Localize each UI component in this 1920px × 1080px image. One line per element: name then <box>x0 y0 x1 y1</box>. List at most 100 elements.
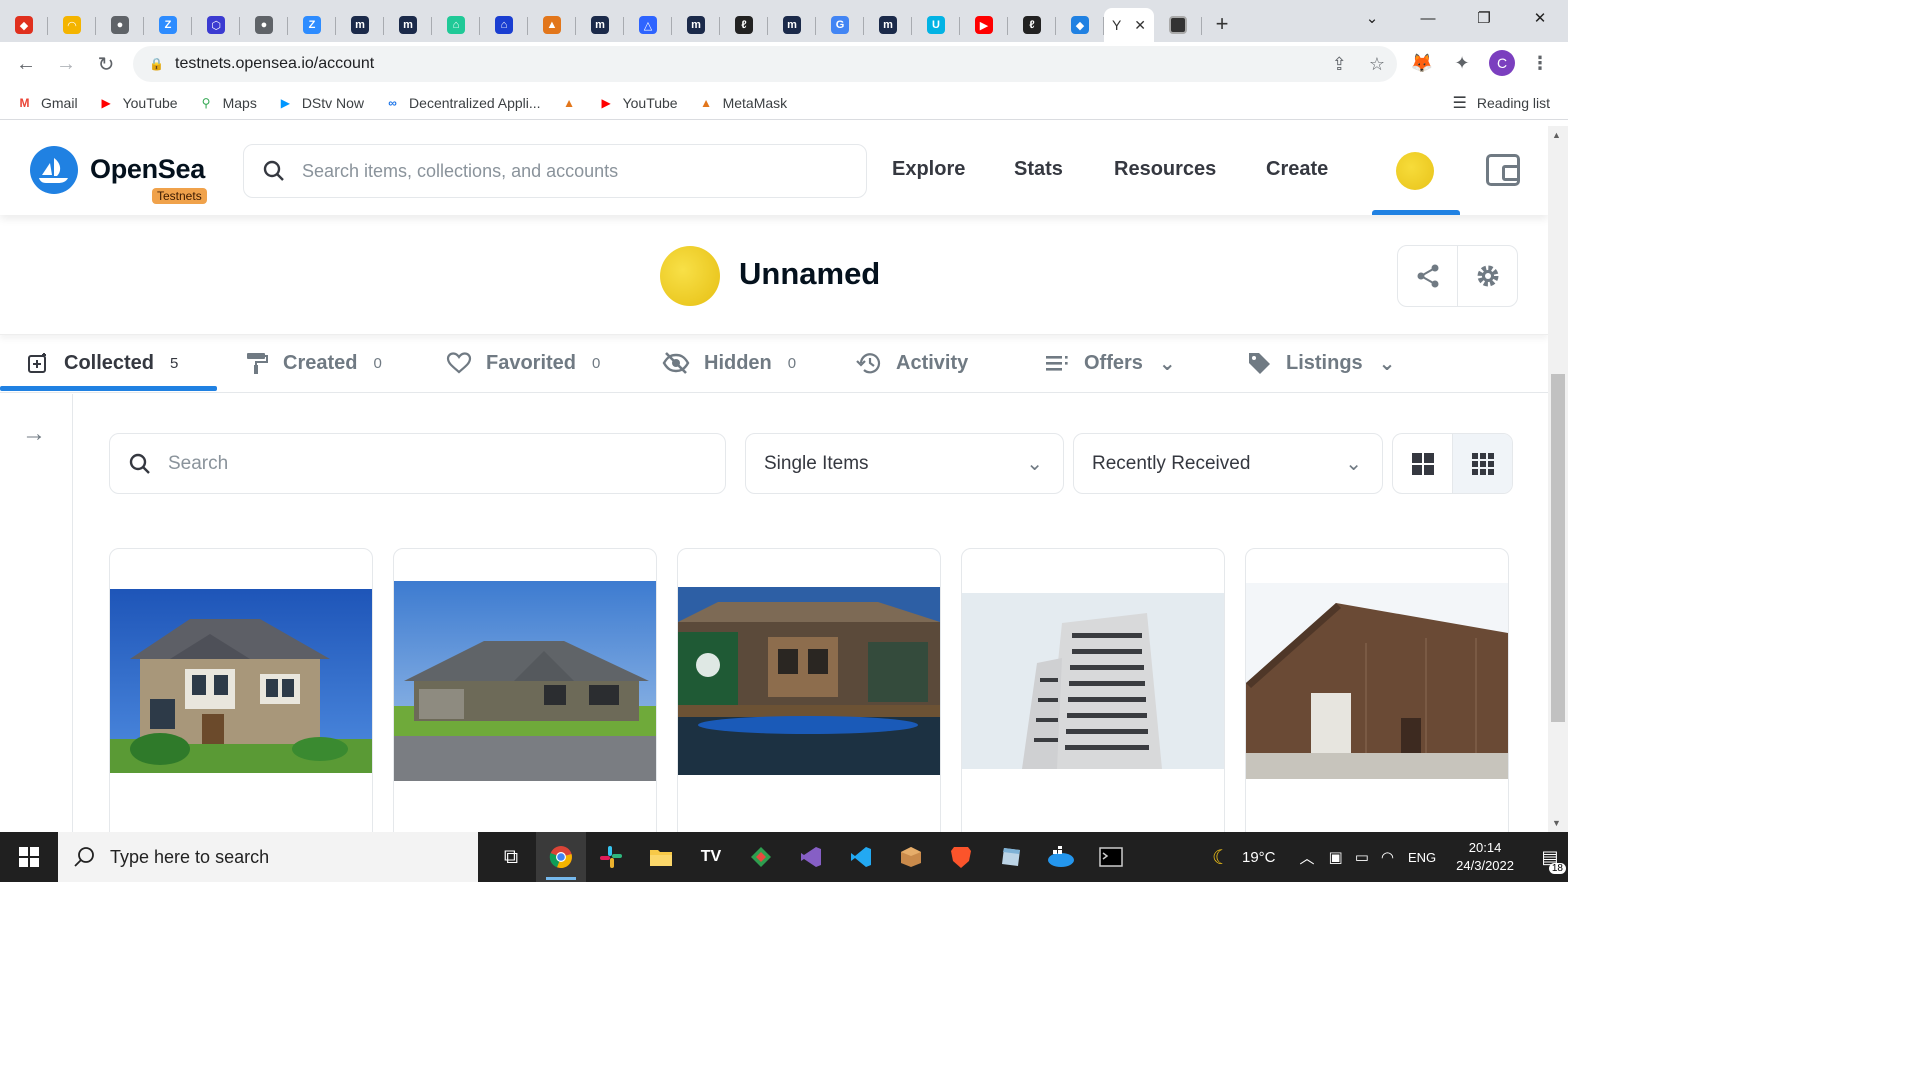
metamask-extension-icon[interactable]: 🦊 <box>1406 47 1438 79</box>
tab-favorited[interactable]: Favorited 0 <box>446 335 600 391</box>
page-scrollbar[interactable]: ▲ ▼ <box>1548 126 1568 832</box>
nav-stats[interactable]: Stats <box>1014 158 1063 181</box>
bookmark-item[interactable]: M Gmail <box>16 95 78 111</box>
nft-card-houseboat[interactable] <box>677 548 941 832</box>
browser-tab[interactable]: m <box>672 8 720 42</box>
browser-tab[interactable]: ◠ <box>48 8 96 42</box>
tab-search-chevron-icon[interactable]: ⌄ <box>1344 0 1400 36</box>
tab-collected[interactable]: Collected 5 <box>26 335 178 391</box>
browser-tab[interactable]: ℓ <box>720 8 768 42</box>
new-tab-button[interactable]: + <box>1202 7 1242 41</box>
browser-tab-extra[interactable] <box>1154 8 1202 42</box>
forward-button[interactable]: → <box>46 44 86 84</box>
browser-tab[interactable]: U <box>912 8 960 42</box>
tradingview-icon[interactable]: TV <box>686 832 736 882</box>
bookmark-item[interactable]: ▲ <box>561 96 578 110</box>
back-button[interactable]: ← <box>6 44 46 84</box>
items-search-input[interactable]: Search <box>109 433 726 494</box>
browser-tab[interactable]: m <box>576 8 624 42</box>
browser-tab[interactable]: △ <box>624 8 672 42</box>
weather-temperature[interactable]: 19°C <box>1242 849 1276 866</box>
bookmark-item[interactable]: ▲ MetaMask <box>698 95 787 111</box>
browser-tab[interactable]: ● <box>240 8 288 42</box>
opensea-logo-icon[interactable] <box>30 146 78 194</box>
clock[interactable]: 20:14 24/3/2022 <box>1456 839 1514 875</box>
display-icon[interactable]: ▭ <box>1355 848 1369 866</box>
nav-explore[interactable]: Explore <box>892 158 965 181</box>
small-grid-button[interactable] <box>1452 434 1512 493</box>
slack-icon[interactable] <box>586 832 636 882</box>
terminal-icon[interactable] <box>1086 832 1136 882</box>
browser-tab[interactable]: ▲ <box>528 8 576 42</box>
chrome-taskbar-icon[interactable] <box>536 832 586 882</box>
extensions-puzzle-icon[interactable]: ✦ <box>1446 47 1478 79</box>
bookmark-item[interactable]: ▶ DStv Now <box>277 95 364 111</box>
browser-tab[interactable]: ▶ <box>960 8 1008 42</box>
bookmark-star-icon[interactable]: ☆ <box>1369 54 1385 75</box>
task-view-icon[interactable]: ⧉ <box>486 832 536 882</box>
global-search-input[interactable]: Search items, collections, and accounts <box>243 144 867 198</box>
restore-button[interactable]: ❐ <box>1456 0 1512 36</box>
tab-listings[interactable]: Listings ⌄ <box>1246 335 1395 391</box>
nft-card-house[interactable] <box>109 548 373 832</box>
account-avatar[interactable] <box>1396 152 1434 190</box>
browser-tab[interactable]: m <box>336 8 384 42</box>
close-window-button[interactable]: ✕ <box>1512 0 1568 36</box>
start-button[interactable] <box>0 832 58 882</box>
browser-tab[interactable]: ⌂ <box>480 8 528 42</box>
weather-moon-icon[interactable]: ☾ <box>1212 845 1230 870</box>
browser-tab[interactable]: ◆ <box>1056 8 1104 42</box>
scroll-down-arrow-icon[interactable]: ▼ <box>1552 818 1561 828</box>
browser-tab[interactable]: ● <box>96 8 144 42</box>
profile-button[interactable]: C <box>1486 47 1518 79</box>
tab-offers[interactable]: Offers ⌄ <box>1044 335 1176 391</box>
visual-studio-icon[interactable] <box>786 832 836 882</box>
tab-hidden[interactable]: Hidden 0 <box>662 335 796 391</box>
browser-tab[interactable]: m <box>768 8 816 42</box>
browser-tab[interactable]: ◆ <box>0 8 48 42</box>
minimize-button[interactable]: — <box>1400 0 1456 36</box>
wifi-icon[interactable]: ◠ <box>1381 848 1394 866</box>
browser-tab[interactable]: Z <box>144 8 192 42</box>
large-grid-button[interactable] <box>1393 434 1452 493</box>
language-indicator[interactable]: ENG <box>1408 850 1436 865</box>
browser-menu-icon[interactable]: ⋮ <box>1524 47 1556 79</box>
nav-resources[interactable]: Resources <box>1114 158 1216 181</box>
share-icon[interactable]: ⇪ <box>1332 54 1347 75</box>
item-type-select[interactable]: Single Items ⌄ <box>745 433 1064 494</box>
notes-app-icon[interactable] <box>986 832 1036 882</box>
vscode-icon[interactable] <box>836 832 886 882</box>
browser-tab[interactable]: ⌂ <box>432 8 480 42</box>
browser-tab[interactable]: ⬡ <box>192 8 240 42</box>
nft-card-bungalow[interactable] <box>393 548 657 832</box>
tab-created[interactable]: Created 0 <box>245 335 382 391</box>
scroll-thumb[interactable] <box>1551 374 1565 722</box>
sourcetree-icon[interactable] <box>736 832 786 882</box>
sort-select[interactable]: Recently Received ⌄ <box>1073 433 1383 494</box>
nav-create[interactable]: Create <box>1266 158 1328 181</box>
package-app-icon[interactable] <box>886 832 936 882</box>
active-tab[interactable]: Y ✕ <box>1104 8 1154 42</box>
reading-list-button[interactable]: ☰ Reading list <box>1453 93 1551 113</box>
nft-card-apartment[interactable] <box>961 548 1225 832</box>
bookmark-item[interactable]: ▶ YouTube <box>98 95 177 111</box>
tab-activity[interactable]: Activity <box>856 335 968 391</box>
expand-filters-arrow-icon[interactable]: → <box>22 420 46 448</box>
browser-tab[interactable]: G <box>816 8 864 42</box>
address-bar[interactable]: 🔒 testnets.opensea.io/account ⇪ ☆ <box>133 46 1397 82</box>
browser-tab[interactable]: m <box>864 8 912 42</box>
reload-button[interactable]: ↻ <box>86 44 126 84</box>
nft-card-barn[interactable] <box>1245 548 1509 832</box>
tray-chevron-up-icon[interactable]: ︿ <box>1300 847 1315 868</box>
share-button[interactable] <box>1398 246 1457 306</box>
close-tab-icon[interactable]: ✕ <box>1134 17 1146 34</box>
bookmark-item[interactable]: ▶ YouTube <box>598 95 677 111</box>
wallet-icon[interactable] <box>1486 154 1520 186</box>
brave-icon[interactable] <box>936 832 986 882</box>
taskbar-search-input[interactable]: Type here to search <box>58 832 478 882</box>
settings-button[interactable] <box>1457 246 1517 306</box>
browser-tab[interactable]: Z <box>288 8 336 42</box>
notifications-button[interactable]: ▤ 18 <box>1532 832 1568 882</box>
device-icon[interactable]: ▣ <box>1329 848 1343 866</box>
browser-tab[interactable]: m <box>384 8 432 42</box>
